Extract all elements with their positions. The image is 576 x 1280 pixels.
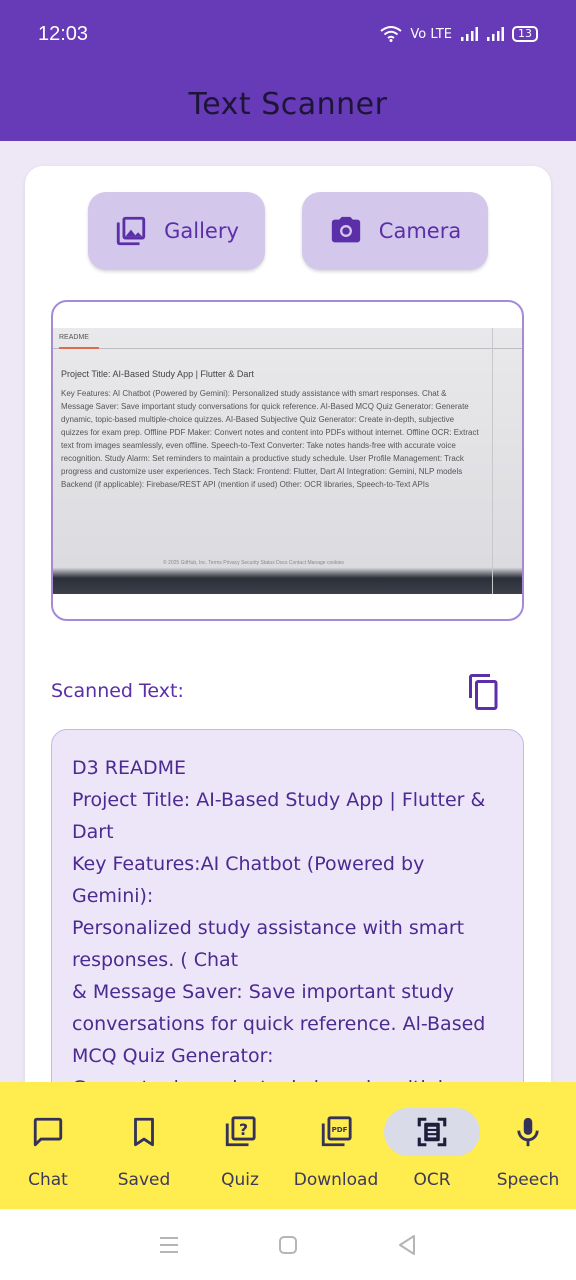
nav-quiz[interactable]: ? Quiz: [192, 1108, 288, 1190]
battery-icon: 13: [512, 26, 538, 42]
preview-paragraph: Key Features: AI Chatbot (Powered by Gem…: [61, 389, 479, 489]
preview-body: Project Title: AI-Based Study App | Flut…: [61, 368, 481, 491]
preview-header: README: [59, 334, 89, 341]
nav-quiz-icon-wrap: ?: [192, 1108, 288, 1156]
document-scanner-icon: [417, 1117, 447, 1147]
nav-chat[interactable]: Chat: [0, 1108, 96, 1190]
app-title: Text Scanner: [188, 87, 388, 122]
camera-button[interactable]: Camera: [302, 192, 488, 270]
menu-icon[interactable]: [157, 1233, 181, 1257]
copy-icon[interactable]: [466, 672, 502, 712]
nav-saved-icon-wrap: [96, 1108, 192, 1156]
signal-icon: [461, 27, 478, 41]
scanner-card: Gallery Camera README Project Title: AI-…: [25, 166, 551, 1149]
bookmark-icon: [134, 1117, 154, 1147]
pdf-icon: PDF: [321, 1116, 352, 1147]
nav-speech-label: Speech: [496, 1170, 560, 1190]
network-label: Vo LTE: [410, 26, 452, 42]
nav-chat-label: Chat: [28, 1170, 68, 1190]
nav-download-icon-wrap: PDF: [288, 1108, 384, 1156]
gallery-button[interactable]: Gallery: [88, 192, 265, 270]
camera-label: Camera: [378, 219, 462, 243]
wifi-icon: [380, 26, 403, 42]
system-navigation-bar: [0, 1209, 576, 1280]
app-bar: Text Scanner: [0, 68, 576, 141]
scanned-text-label: Scanned Text:: [51, 680, 184, 702]
camera-icon: [331, 216, 360, 243]
nav-speech-icon-wrap: [480, 1108, 576, 1156]
chat-icon: [33, 1117, 63, 1147]
bottom-navigation: Chat Saved ? Quiz PDF Download OCR Speec…: [0, 1082, 576, 1209]
signal-icon-2: [487, 27, 504, 41]
nav-saved-label: Saved: [117, 1170, 171, 1190]
scanned-photo: README Project Title: AI-Based Study App…: [53, 328, 522, 594]
nav-saved[interactable]: Saved: [96, 1108, 192, 1190]
preview-sidebar: [492, 328, 522, 594]
status-icons: Vo LTE 13: [380, 26, 538, 42]
nav-ocr-label: OCR: [413, 1170, 451, 1190]
preview-title: Project Title: AI-Based Study App | Flut…: [61, 369, 254, 379]
svg-text:PDF: PDF: [332, 1125, 348, 1134]
status-time: 12:03: [38, 22, 89, 45]
svg-text:?: ?: [239, 1121, 248, 1139]
image-icon: [116, 216, 146, 246]
preview-footer: © 2025 GitHub, Inc. Terms Privacy Securi…: [163, 560, 344, 566]
scanned-text: D3 README Project Title: AI-Based Study …: [72, 757, 486, 1131]
home-icon[interactable]: [276, 1233, 300, 1257]
nav-quiz-label: Quiz: [221, 1170, 259, 1190]
nav-ocr[interactable]: OCR: [384, 1108, 480, 1190]
quiz-icon: ?: [225, 1116, 256, 1147]
nav-ocr-icon-wrap: [384, 1108, 480, 1156]
gallery-label: Gallery: [164, 219, 239, 243]
nav-speech[interactable]: Speech: [480, 1108, 576, 1190]
nav-download-label: Download: [293, 1170, 379, 1190]
mic-icon: [517, 1117, 539, 1147]
image-preview: README Project Title: AI-Based Study App…: [51, 300, 524, 621]
status-bar: 12:03 Vo LTE 13: [0, 0, 576, 68]
nav-download[interactable]: PDF Download: [288, 1108, 384, 1190]
back-icon[interactable]: [395, 1233, 419, 1257]
nav-chat-icon-wrap: [0, 1108, 96, 1156]
